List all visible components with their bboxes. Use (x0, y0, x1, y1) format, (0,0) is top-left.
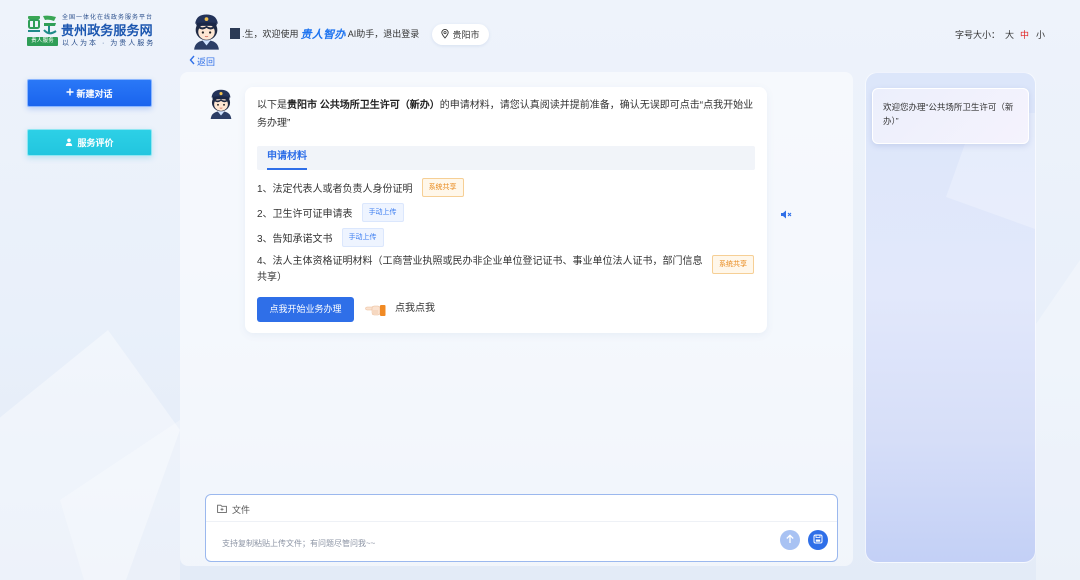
welcome-text: 欢迎您办理“公共场所卫生许可（新办）” (883, 102, 1014, 126)
list-item: 4、法人主体资格证明材料（工商营业执照或民办非企业单位登记证书、事业单位法人证书… (257, 254, 755, 288)
system-share-badge: 系统共享 (421, 177, 464, 197)
material-name: 1、法定代表人或者负责人身份证明 (257, 183, 413, 195)
location-selector[interactable]: 贵阳市 (432, 24, 489, 45)
assistant-message: 以下是贵阳市 公共场所卫生许可（新办）的申请材料，请您认真阅读并提前准备，确认无… (245, 87, 767, 333)
user-icon (65, 138, 73, 148)
message-composer: 文件 (205, 494, 838, 562)
material-name: 4、法人主体资格证明材料（工商营业执照或民办非企业单位登记证书、事业单位法人证书… (257, 256, 703, 283)
logo-badge: 贵人服务 (27, 37, 58, 46)
message-input[interactable] (222, 536, 772, 550)
assistant-brand: 贵人智办 (300, 28, 346, 41)
site-logo[interactable]: 贵人服务 全国一体化在线政务服务平台 贵州政务服务网 以人为本 · 为贵人服务 (27, 11, 157, 49)
material-name: 3、告知承诺文书 (257, 233, 333, 245)
back-label: 返回 (197, 56, 216, 67)
send-button[interactable] (780, 530, 800, 550)
map-pin-icon (441, 28, 450, 41)
save-icon (813, 531, 823, 549)
location-label: 贵阳市 (452, 30, 480, 40)
chevron-left-icon (189, 55, 195, 67)
font-size-medium[interactable]: 中 (1020, 28, 1029, 41)
logout-link[interactable]: 退出登录 (383, 27, 419, 40)
file-label: 文件 (232, 504, 251, 515)
greeting-text: .生，欢迎使用 (242, 29, 299, 39)
list-item: 3、告知承诺文书 手动上传 (257, 227, 384, 247)
intro-prefix: 以下是 (257, 100, 287, 111)
materials-section-title: 申请材料 (267, 146, 307, 170)
welcome-card: 欢迎您办理“公共场所卫生许可（新办）” (872, 88, 1029, 144)
service-rating-button[interactable]: 服务评价 (27, 129, 152, 156)
plus-icon (66, 88, 74, 98)
manual-upload-badge: 手动上传 (341, 227, 384, 247)
background-decoration (1036, 260, 1080, 580)
logo-slogan: 以人为本 · 为贵人服务 (62, 40, 156, 47)
materials-section-header: 申请材料 (257, 146, 755, 170)
font-size-large[interactable]: 大 (1005, 28, 1014, 41)
assistant-avatar (190, 12, 223, 50)
assistant-message-avatar (207, 88, 235, 119)
logo-title: 贵州政务服务网 (61, 23, 153, 38)
material-name: 2、卫生许可证申请表 (257, 208, 353, 220)
font-size-label: 字号大小： (955, 30, 1001, 40)
manual-upload-badge: 手动上传 (361, 202, 404, 222)
speaker-mute-icon[interactable] (780, 207, 792, 219)
message-intro: 以下是贵阳市 公共场所卫生许可（新办）的申请材料，请您认真阅读并提前准备，确认无… (257, 97, 757, 133)
composer-toolbar: 文件 (206, 495, 837, 522)
assistant-label: AI助手， (347, 29, 384, 39)
back-link[interactable]: 返回 (189, 55, 215, 67)
save-button[interactable] (808, 530, 828, 550)
user-greeting: .生，欢迎使用 贵人智办 AI助手， 退出登录 (230, 27, 419, 41)
intro-highlight: 贵阳市 公共场所卫生许可（新办） (287, 100, 440, 111)
service-rating-label: 服务评价 (77, 138, 114, 148)
font-size-small[interactable]: 小 (1036, 28, 1045, 41)
system-share-badge: 系统共享 (712, 255, 754, 274)
new-chat-button[interactable]: 新建对话 (27, 79, 152, 107)
logo-emblem-icon: 贵人服务 (27, 14, 58, 46)
masked-name-block (230, 28, 240, 39)
business-side-panel: 欢迎您办理“公共场所卫生许可（新办）” (865, 72, 1036, 563)
file-upload-button[interactable]: 文件 (217, 503, 250, 515)
pointing-hand-icon (365, 303, 386, 316)
new-chat-label: 新建对话 (76, 88, 113, 99)
folder-icon (217, 504, 227, 515)
arrow-up-icon (785, 531, 795, 549)
click-hint[interactable]: 点我点我 (395, 302, 435, 316)
start-business-button[interactable]: 点我开始业务办理 (257, 297, 354, 322)
list-item: 2、卫生许可证申请表 手动上传 (257, 202, 404, 222)
list-item: 1、法定代表人或者负责人身份证明 系统共享 (257, 177, 464, 197)
